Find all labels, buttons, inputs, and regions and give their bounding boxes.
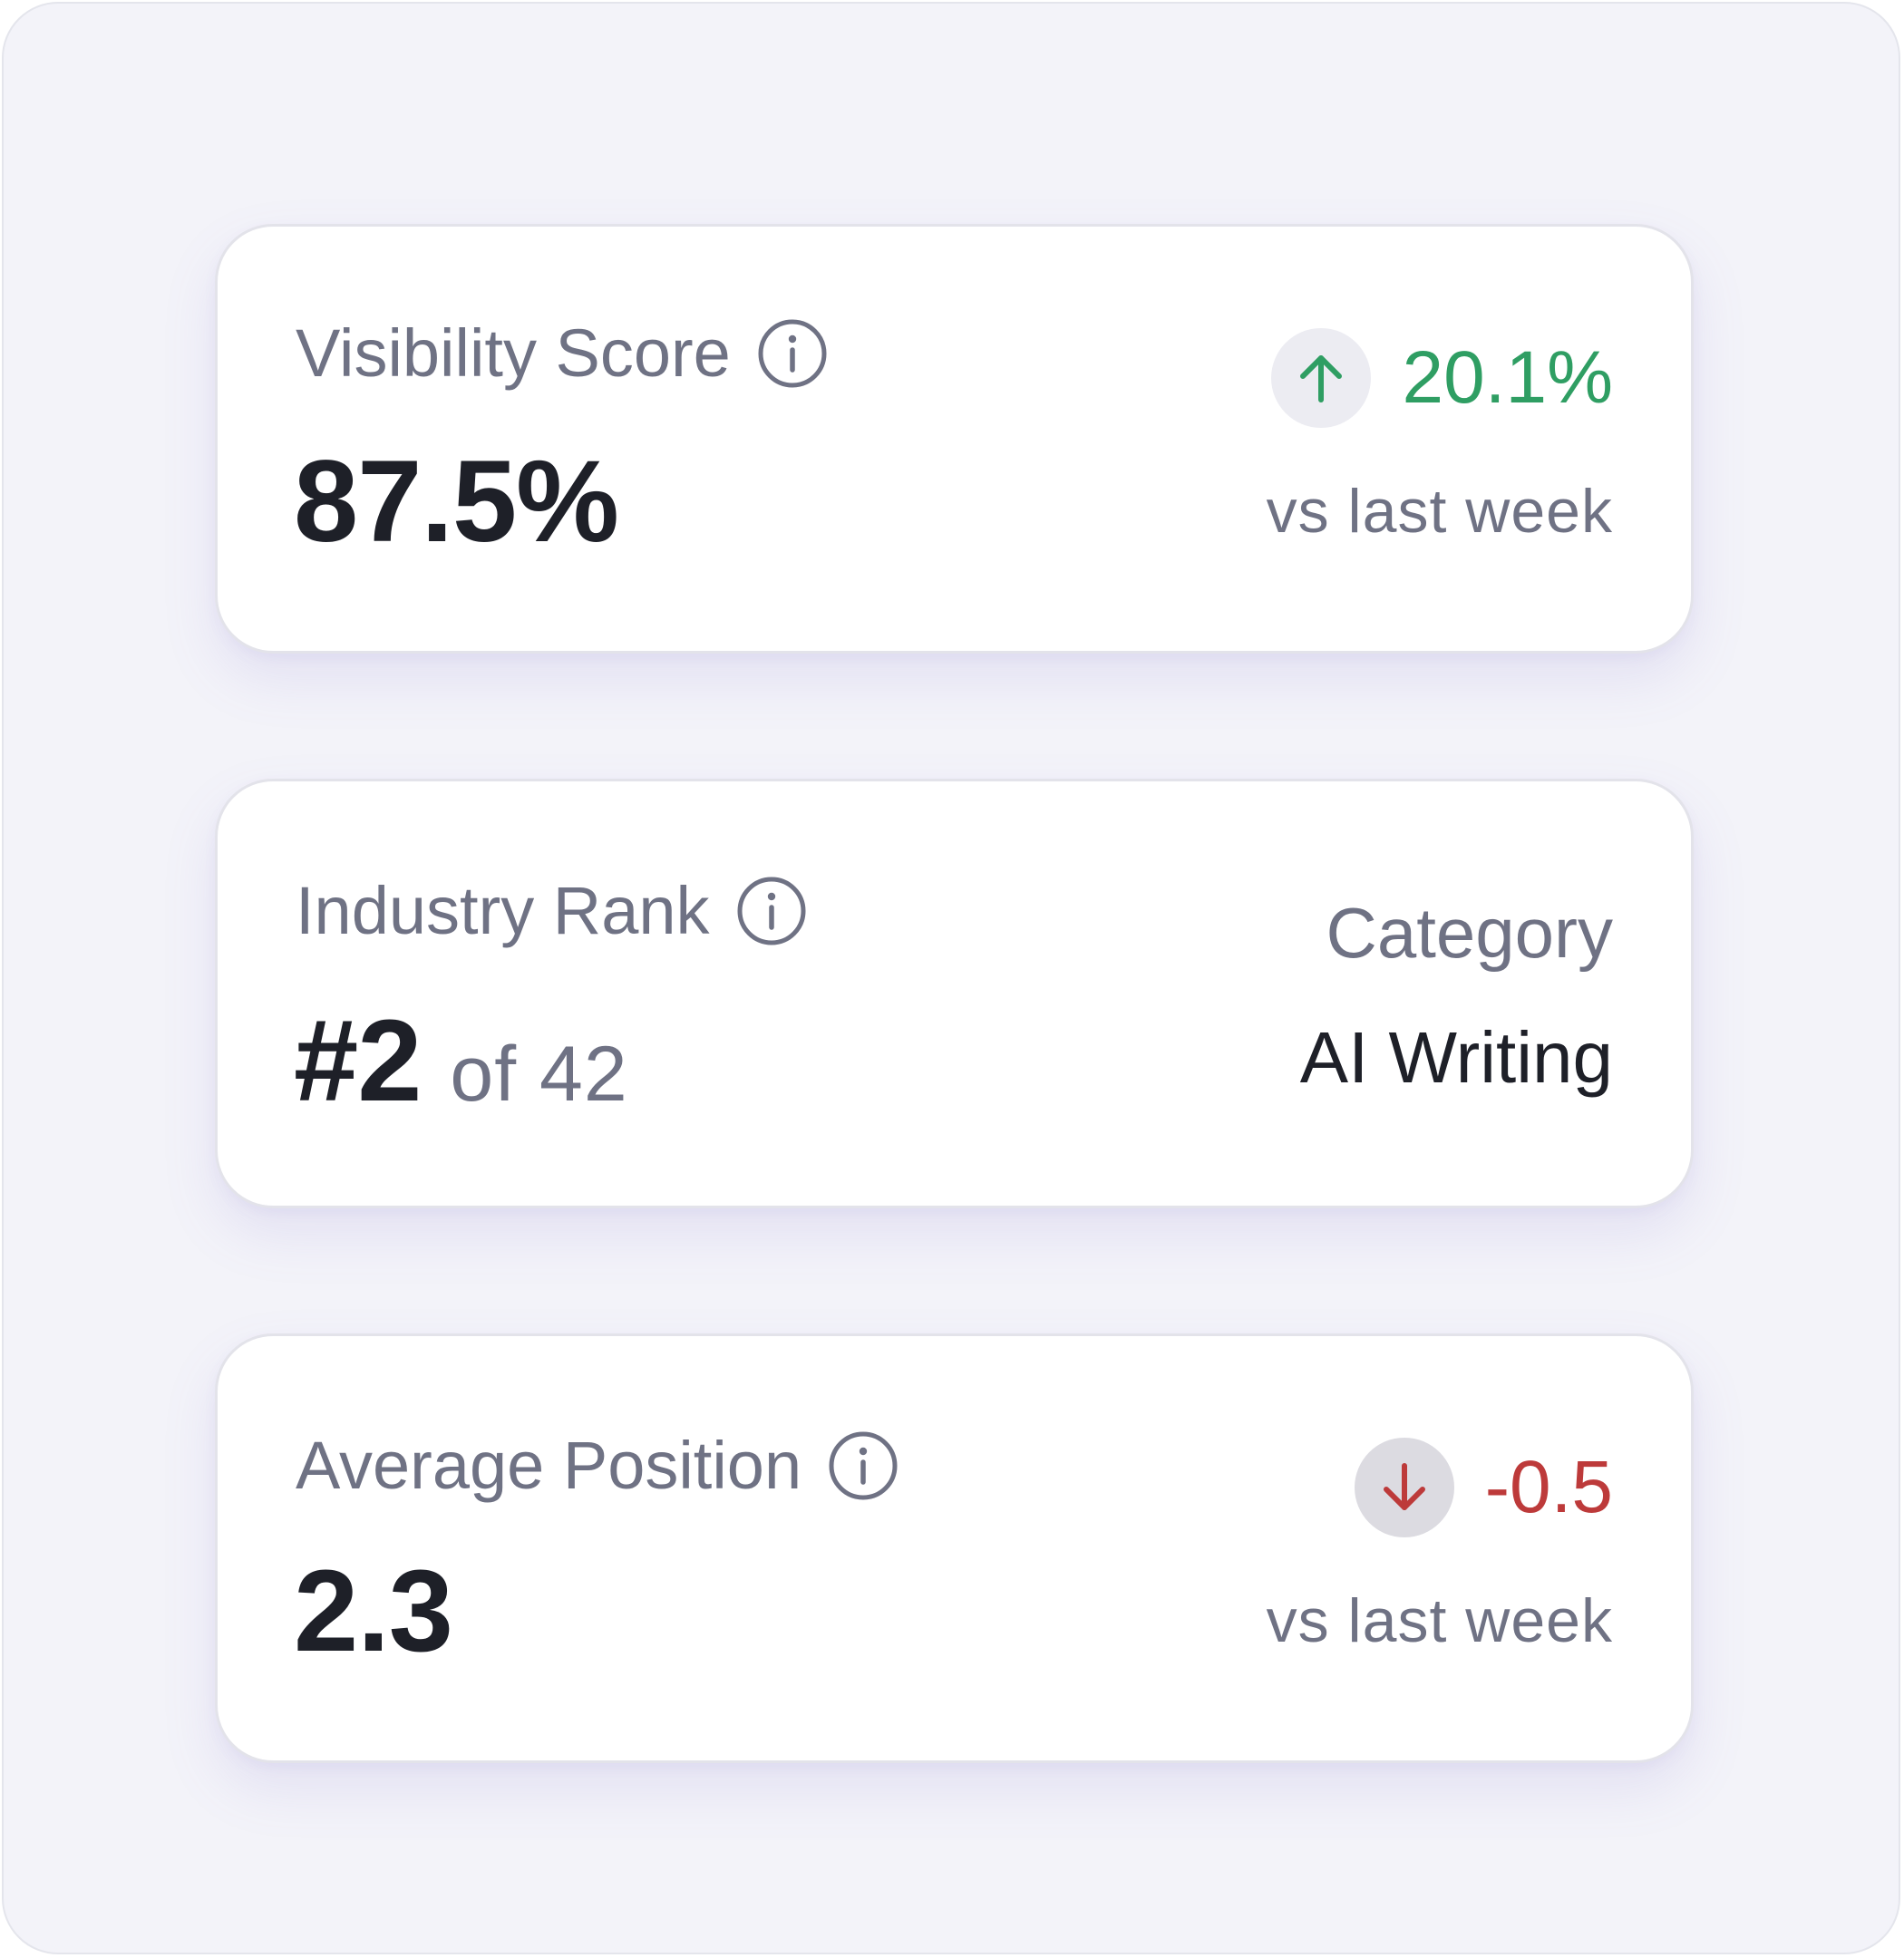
visibility-score-title: Visibility Score — [296, 317, 829, 390]
arrow-up-icon — [1300, 355, 1343, 402]
visibility-score-change-value: 20.1% — [1402, 336, 1613, 419]
average-position-title: Average Position — [296, 1430, 899, 1502]
arrow-down-icon — [1383, 1463, 1425, 1510]
trend-down-badge — [1354, 1438, 1454, 1537]
category-value: AI Writing — [1299, 1017, 1613, 1098]
industry-rank-value: #2 — [294, 996, 422, 1126]
info-circle-icon[interactable] — [827, 1430, 899, 1502]
info-circle-icon[interactable] — [756, 317, 829, 390]
average-position-value: 2.3 — [294, 1546, 453, 1676]
average-position-change: -0.5 — [1354, 1438, 1613, 1537]
metrics-panel: Visibility Score 87.5% 20.1% vs last wee… — [2, 2, 1900, 1954]
trend-up-badge — [1271, 328, 1372, 428]
industry-rank-label: Industry Rank — [296, 873, 710, 948]
industry-rank-card: Industry Rank #2 of 42 Category AI Writin… — [215, 779, 1694, 1208]
visibility-score-value: 87.5% — [294, 437, 619, 567]
visibility-score-label: Visibility Score — [296, 315, 731, 391]
category-label: Category — [1326, 893, 1614, 973]
industry-rank-total: of 42 — [450, 1031, 628, 1118]
industry-rank-value-group: #2 of 42 — [294, 1003, 628, 1132]
average-position-card: Average Position 2.3 -0.5 vs last week — [215, 1333, 1694, 1763]
average-position-compare-label: vs last week — [1266, 1586, 1613, 1655]
average-position-label: Average Position — [296, 1428, 802, 1503]
visibility-score-compare-label: vs last week — [1266, 477, 1613, 546]
visibility-score-card: Visibility Score 87.5% 20.1% vs last wee… — [215, 224, 1694, 654]
average-position-change-value: -0.5 — [1484, 1446, 1613, 1528]
industry-rank-title: Industry Rank — [296, 875, 808, 947]
info-circle-icon[interactable] — [735, 875, 808, 947]
visibility-score-change: 20.1% — [1271, 328, 1613, 428]
